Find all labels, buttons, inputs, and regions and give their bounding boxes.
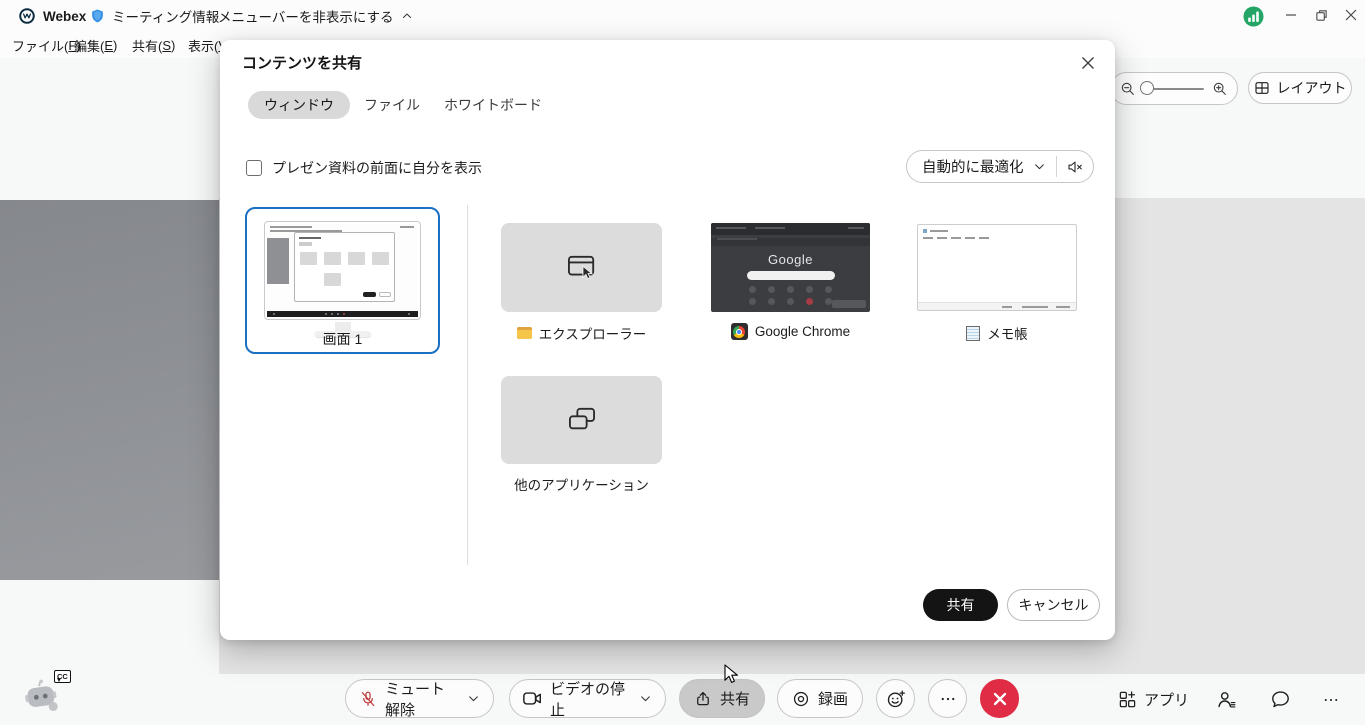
- screen-1-thumbnail: [267, 224, 418, 317]
- dialog-share-button[interactable]: 共有: [923, 589, 998, 621]
- apps-label: アプリ: [1144, 689, 1189, 710]
- window-label-explorer: エクスプローラー: [501, 323, 662, 343]
- zoom-in-icon[interactable]: [1212, 81, 1228, 97]
- chat-icon: [1270, 689, 1291, 710]
- window-cursor-icon: [567, 254, 597, 282]
- divider: [467, 205, 468, 565]
- present-self-checkbox[interactable]: [246, 160, 262, 176]
- webex-window: Webex ミーティング情報 メニューバーを非表示にする ファイル(F: [0, 0, 1365, 725]
- participants-button[interactable]: [1216, 674, 1237, 725]
- screen-1-label: 画面 1: [247, 329, 438, 349]
- share-icon: [694, 690, 712, 708]
- zoom-control: [1110, 72, 1238, 105]
- layout-button[interactable]: レイアウト: [1248, 72, 1352, 104]
- unmute-button[interactable]: ミュート解除: [345, 679, 494, 718]
- chevron-down-icon[interactable]: [467, 692, 480, 705]
- mouse-cursor: [724, 664, 740, 691]
- meeting-toolbar: CC ミュート解除 ビデオの停止 共有: [0, 674, 1365, 725]
- dialog-title: コンテンツを共有: [242, 52, 362, 73]
- chevron-down-icon: [1033, 160, 1046, 173]
- folder-icon: [517, 327, 532, 339]
- stop-video-button[interactable]: ビデオの停止: [509, 679, 666, 718]
- layout-button-label: レイアウト: [1277, 78, 1347, 98]
- hide-menubar-label: メニューバーを非表示にする: [218, 6, 394, 26]
- participants-icon: [1216, 689, 1237, 710]
- optimize-dropdown-value: 自動的に最適化: [922, 156, 1024, 177]
- share-toolbar-button[interactable]: 共有: [679, 679, 765, 718]
- hangup-icon: [992, 691, 1008, 707]
- tab-window[interactable]: ウィンドウ: [248, 91, 350, 119]
- chevron-down-icon[interactable]: [639, 692, 652, 705]
- window-card-notepad[interactable]: [917, 224, 1077, 311]
- dialog-cancel-button[interactable]: キャンセル: [1007, 589, 1100, 621]
- window-card-chrome[interactable]: Google: [711, 223, 870, 312]
- tab-file[interactable]: ファイル: [348, 91, 436, 119]
- panel-more-button[interactable]: [1322, 674, 1340, 725]
- share-content-dialog: コンテンツを共有 ウィンドウ ファイル ホワイトボード プレゼン資料の前面に自分…: [220, 40, 1115, 640]
- more-icon: [939, 690, 957, 708]
- titlebar: Webex ミーティング情報 メニューバーを非表示にする: [0, 0, 1365, 32]
- signal-icon: [1243, 0, 1264, 32]
- chrome-icon: [731, 323, 748, 340]
- window-label-chrome: Google Chrome: [711, 323, 870, 340]
- window-card-explorer[interactable]: [501, 223, 662, 312]
- cc-badge: CC: [54, 670, 71, 683]
- window-label-other-apps: 他のアプリケーション: [501, 474, 662, 494]
- more-icon: [1322, 691, 1340, 709]
- unmute-label: ミュート解除: [385, 678, 459, 720]
- window-card-other-apps[interactable]: [501, 376, 662, 464]
- dialog-close-button[interactable]: [1075, 50, 1101, 76]
- layout-grid-icon: [1254, 80, 1270, 96]
- apps-button[interactable]: アプリ: [1118, 674, 1189, 725]
- speaker-muted-icon[interactable]: [1066, 158, 1084, 176]
- app-title: Webex: [43, 9, 86, 24]
- record-icon: [792, 690, 810, 708]
- meeting-info-label: ミーティング情報: [112, 6, 219, 26]
- window-close-icon[interactable]: [1336, 0, 1365, 30]
- optimize-dropdown[interactable]: 自動的に最適化: [906, 150, 1094, 183]
- menu-share[interactable]: 共有(S): [128, 32, 179, 58]
- stacked-windows-icon: [567, 407, 597, 433]
- notepad-icon: [966, 326, 980, 341]
- chevron-up-icon: [401, 10, 413, 22]
- app-brand: Webex: [18, 0, 86, 32]
- webex-logo: [18, 7, 36, 25]
- apps-icon: [1118, 690, 1137, 709]
- assistant-button[interactable]: CC: [22, 678, 78, 722]
- meeting-info-button[interactable]: ミーティング情報: [90, 0, 219, 32]
- video-tile: [0, 200, 219, 580]
- record-button[interactable]: 録画: [777, 679, 863, 718]
- camera-icon: [523, 691, 542, 706]
- zoom-out-icon[interactable]: [1120, 81, 1136, 97]
- reactions-icon: [886, 689, 906, 709]
- tab-whiteboard[interactable]: ホワイトボード: [428, 91, 558, 119]
- restore-icon[interactable]: [1306, 0, 1336, 30]
- zoom-slider[interactable]: [1142, 88, 1204, 90]
- present-self-row: プレゼン資料の前面に自分を表示: [246, 158, 482, 178]
- menu-edit[interactable]: 編集(E): [70, 32, 121, 58]
- screen-1-monitor: [264, 221, 421, 320]
- assistant-robot-icon: [22, 678, 78, 723]
- more-options-button[interactable]: [928, 679, 967, 718]
- record-label: 録画: [818, 688, 848, 709]
- divider: [1056, 156, 1057, 177]
- screen-1-card[interactable]: 画面 1: [245, 207, 440, 354]
- share-toolbar-label: 共有: [720, 688, 750, 709]
- leave-meeting-button[interactable]: [980, 679, 1019, 718]
- stop-video-label: ビデオの停止: [550, 678, 631, 720]
- window-label-notepad: メモ帳: [917, 323, 1077, 343]
- mic-muted-icon: [359, 690, 377, 708]
- shield-icon: [90, 8, 105, 24]
- zoom-slider-knob[interactable]: [1140, 81, 1154, 95]
- reactions-button[interactable]: [876, 679, 915, 718]
- chrome-thumb-logo-text: Google: [711, 252, 870, 267]
- chat-button[interactable]: [1270, 674, 1291, 725]
- minimize-icon[interactable]: [1276, 0, 1306, 30]
- present-self-label: プレゼン資料の前面に自分を表示: [272, 158, 482, 178]
- hide-menubar-button[interactable]: メニューバーを非表示にする: [218, 0, 413, 32]
